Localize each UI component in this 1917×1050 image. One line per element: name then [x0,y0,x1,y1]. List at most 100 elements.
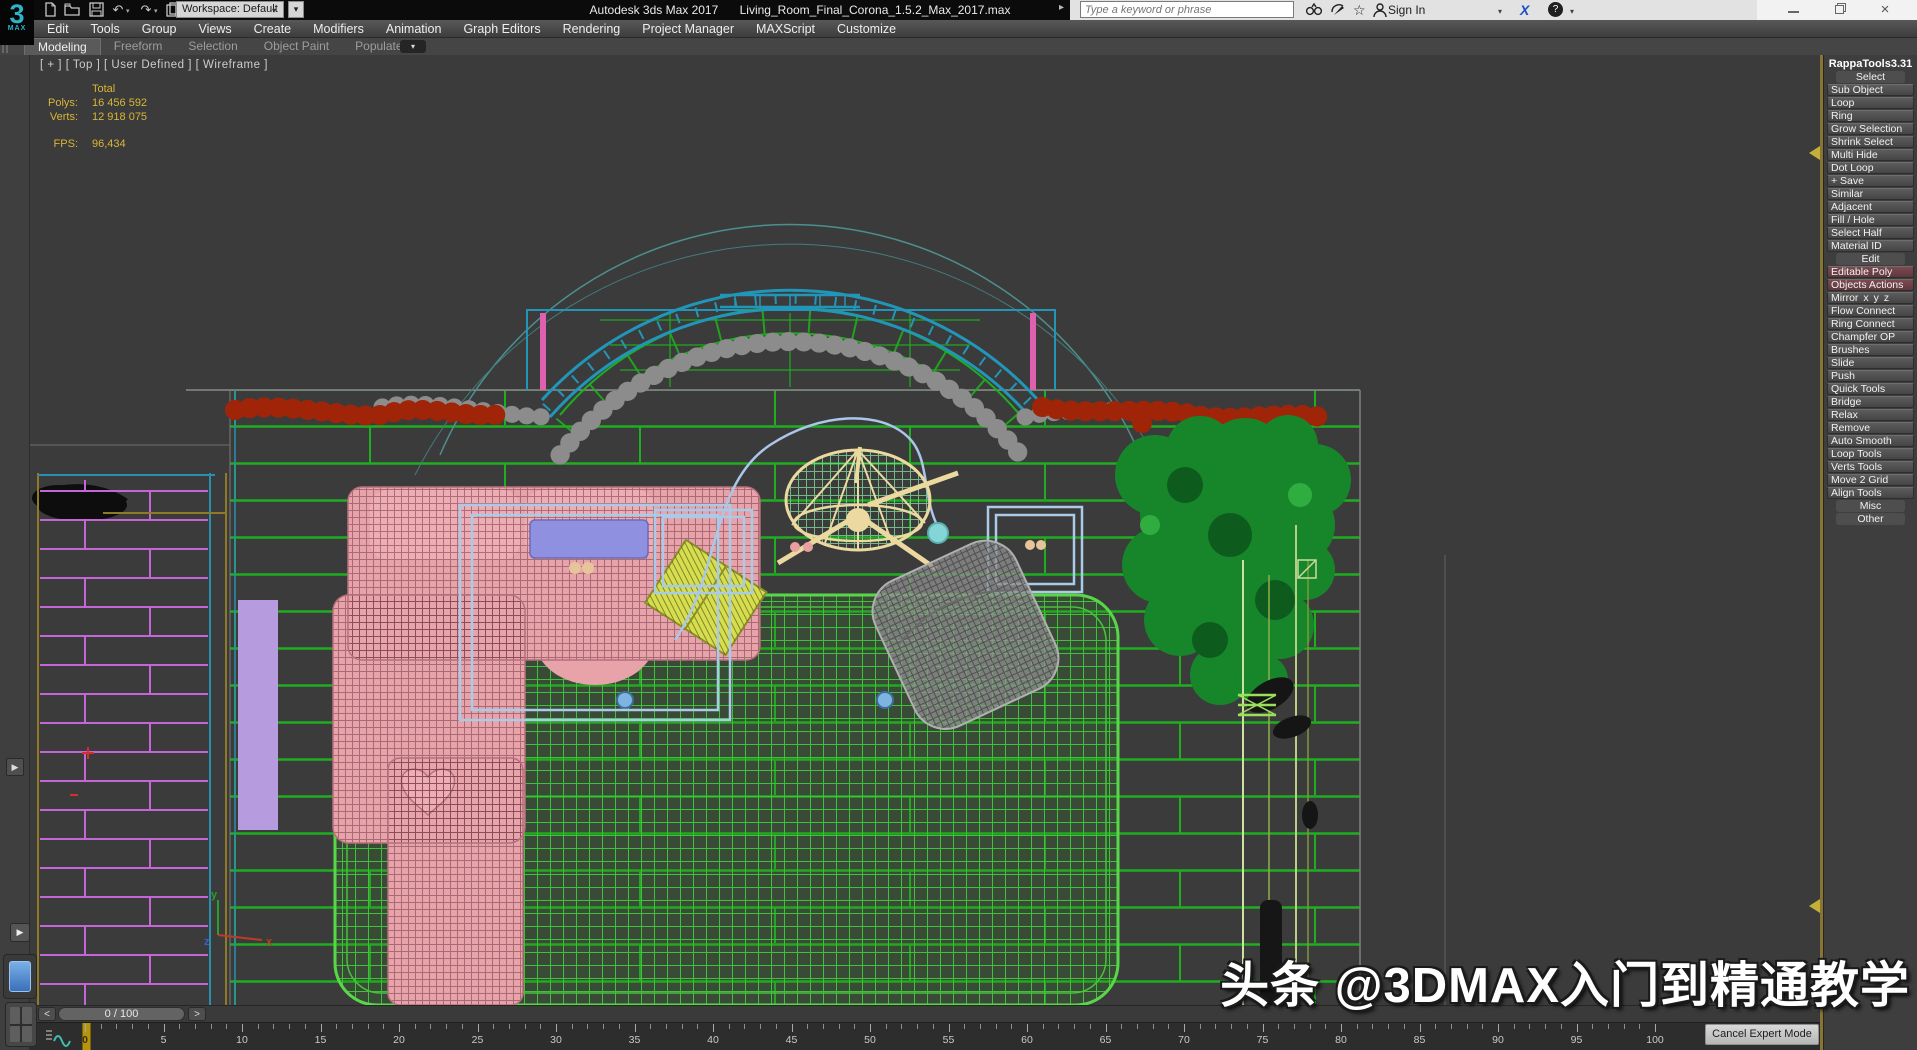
undo-caret-icon[interactable]: ▾ [126,7,130,15]
panel-button-mirror-x[interactable]: x [1863,292,1868,304]
panel-section-edit[interactable]: Edit [1836,253,1905,265]
panel-button-mirror[interactable]: Mirrorxyz [1827,292,1914,304]
panel-button-ring[interactable]: Ring [1827,110,1914,122]
new-file-icon[interactable] [40,2,60,18]
search-icon[interactable] [1305,2,1323,18]
help-icon[interactable]: ? [1548,2,1563,17]
track-bar[interactable]: 0510152025303540455055606570758085909510… [30,1022,1823,1050]
menu-views[interactable]: Views [187,20,242,38]
panel-button-align-tools[interactable]: Align Tools [1827,487,1914,499]
menu-create[interactable]: Create [243,20,303,38]
exchange-apps-icon[interactable]: X [1520,0,1529,20]
sign-in-caret-icon[interactable]: ▾ [1498,7,1502,16]
flyout-arrow-top-icon[interactable] [1809,146,1820,160]
panel-button-save[interactable]: + Save [1827,175,1914,187]
panel-button-multi-hide[interactable]: Multi Hide [1827,149,1914,161]
panel-button-shrink-select[interactable]: Shrink Select [1827,136,1914,148]
favorites-star-icon[interactable]: ☆ [1353,2,1366,18]
close-icon[interactable]: × [1867,0,1903,20]
panel-button-remove[interactable]: Remove [1827,422,1914,434]
panel-button-objects-actions[interactable]: Objects Actions [1827,279,1914,291]
menu-group[interactable]: Group [131,20,188,38]
redo-icon[interactable]: ↷ [136,2,156,18]
menu-graph-editors[interactable]: Graph Editors [452,20,551,38]
panel-button-editable-poly[interactable]: Editable Poly [1827,266,1914,278]
menu-customize[interactable]: Customize [826,20,907,38]
workspace-dropdown[interactable]: Workspace: Default [176,1,284,18]
left-strip-expand-icon[interactable]: ▶ [6,758,24,776]
panel-button-verts-tools[interactable]: Verts Tools [1827,461,1914,473]
user-avatar-icon[interactable] [1373,2,1387,18]
door-panel[interactable] [238,600,278,830]
pillow[interactable] [530,520,648,558]
layout-tabs-expand-icon[interactable]: ▶ [10,923,30,942]
panel-button-slide[interactable]: Slide [1827,357,1914,369]
subscription-icon[interactable] [1330,2,1346,18]
left-wood-panel[interactable] [38,473,226,1005]
cancel-expert-mode-button[interactable]: Cancel Expert Mode [1705,1024,1819,1045]
ribbon-tab-selection[interactable]: Selection [175,38,250,55]
undo-icon[interactable]: ↶ [108,2,128,18]
menu-project-manager[interactable]: Project Manager [631,20,745,38]
menu-maxscript[interactable]: MAXScript [745,20,826,38]
3dsmax-logo[interactable]: 3MAX [0,0,34,45]
panel-button-loop[interactable]: Loop [1827,97,1914,109]
panel-button-auto-smooth[interactable]: Auto Smooth [1827,435,1914,447]
panel-button-brushes[interactable]: Brushes [1827,344,1914,356]
panel-button-champfer-op[interactable]: Champfer OP [1827,331,1914,343]
flyout-arrow-bottom-icon[interactable] [1809,899,1820,913]
panel-button-dot-loop[interactable]: Dot Loop [1827,162,1914,174]
panel-button-fill-hole[interactable]: Fill / Hole [1827,214,1914,226]
panel-button-grow-selection[interactable]: Grow Selection [1827,123,1914,135]
panel-section-select[interactable]: Select [1836,71,1905,83]
save-file-icon[interactable] [86,2,106,18]
panel-button-select-half[interactable]: Select Half [1827,227,1914,239]
panel-button-bridge[interactable]: Bridge [1827,396,1914,408]
panel-section-other[interactable]: Other [1836,513,1905,525]
viewport-layout-quad-tab[interactable] [5,1002,37,1047]
panel-button-push[interactable]: Push [1827,370,1914,382]
workspace-caret-icon[interactable]: ▾ [272,6,276,15]
hanging-ball[interactable] [928,523,948,543]
infocenter-flyout-icon[interactable]: ▸ [1059,2,1064,13]
panel-button-loop-tools[interactable]: Loop Tools [1827,448,1914,460]
panel-button-sub-object[interactable]: Sub Object [1827,84,1914,96]
open-file-icon[interactable] [62,2,82,18]
panel-button-mirror-z[interactable]: z [1884,292,1889,304]
menu-edit[interactable]: Edit [36,20,80,38]
quick-access-overflow-icon[interactable]: ▾ [288,1,304,18]
panel-button-ring-connect[interactable]: Ring Connect [1827,318,1914,330]
viewport-top-wireframe[interactable]: y x z [ + ] [ Top ] [ User Defined ] [ W… [30,55,1823,1005]
menu-animation[interactable]: Animation [375,20,453,38]
ribbon-tab-object-paint[interactable]: Object Paint [251,38,342,55]
panel-button-material-id[interactable]: Material ID [1827,240,1914,252]
search-input[interactable] [1080,1,1294,18]
ribbon-minimize-icon[interactable]: ▾ [400,40,426,53]
sign-in-button[interactable]: Sign In [1388,0,1425,20]
ruler-tick-35 [635,1024,636,1032]
panel-button-adjacent[interactable]: Adjacent [1827,201,1914,213]
viewport-label[interactable]: [ + ] [ Top ] [ User Defined ] [ Wirefra… [40,59,268,71]
panel-button-flow-connect[interactable]: Flow Connect [1827,305,1914,317]
menu-modifiers[interactable]: Modifiers [302,20,375,38]
viewport-layout-single-tab[interactable] [3,954,37,999]
panel-button-quick-tools[interactable]: Quick Tools [1827,383,1914,395]
panel-button-relax[interactable]: Relax [1827,409,1914,421]
ribbon-tab-modeling[interactable]: Modeling [24,38,101,55]
panel-button-mirror-y[interactable]: y [1874,292,1879,304]
menu-tools[interactable]: Tools [80,20,131,38]
minimize-icon[interactable] [1775,0,1811,20]
time-slider[interactable]: 0 / 100 [58,1007,185,1021]
rug-button-right[interactable] [877,692,893,708]
next-frame-button[interactable]: > [188,1007,206,1021]
panel-section-misc[interactable]: Misc [1836,500,1905,512]
panel-button-move-2-grid[interactable]: Move 2 Grid [1827,474,1914,486]
restore-icon[interactable] [1821,0,1857,20]
ribbon-tab-freeform[interactable]: Freeform [101,38,176,55]
help-caret-icon[interactable]: ▾ [1570,7,1574,16]
rug-button-left[interactable] [617,692,633,708]
previous-frame-button[interactable]: < [38,1007,56,1021]
panel-button-similar[interactable]: Similar [1827,188,1914,200]
menu-rendering[interactable]: Rendering [552,20,632,38]
redo-caret-icon[interactable]: ▾ [154,7,158,15]
